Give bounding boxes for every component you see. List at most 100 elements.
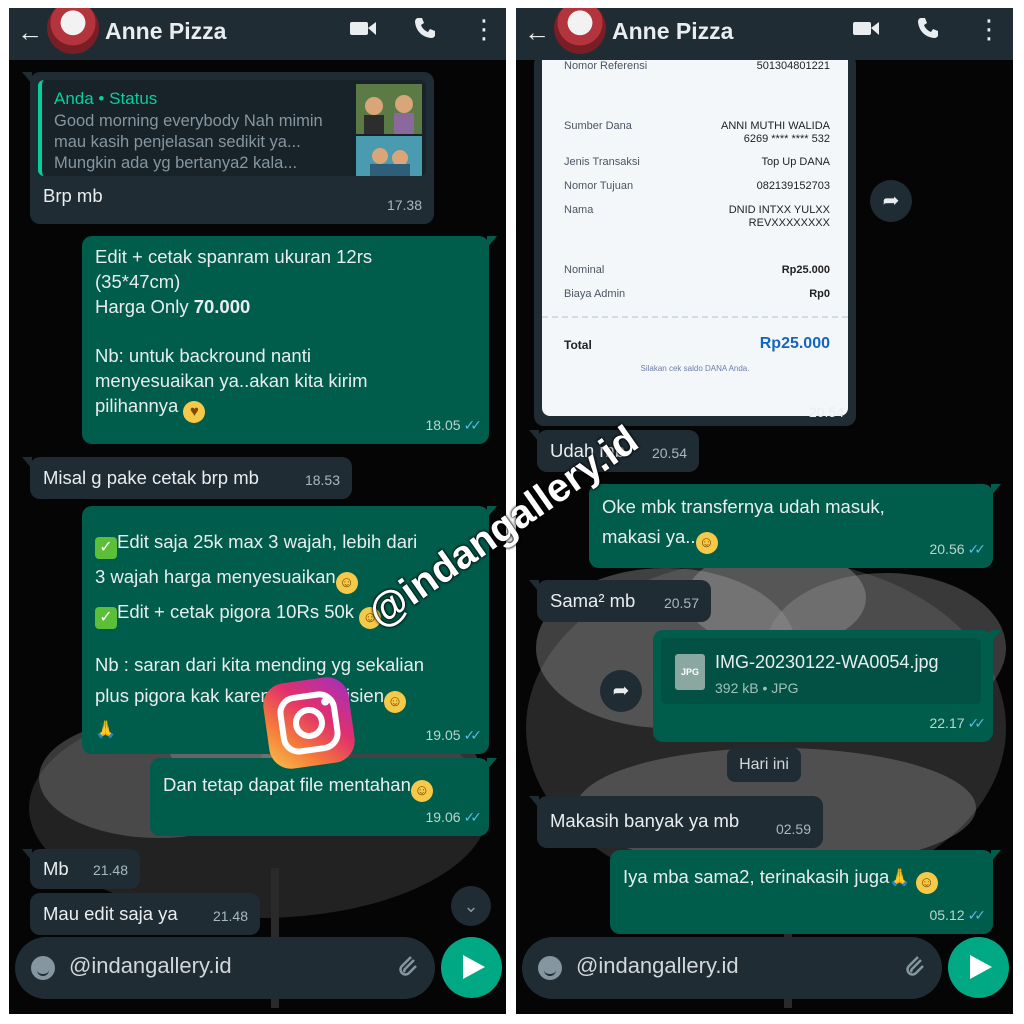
receipt-label: Sumber Dana [564,120,632,132]
message-text: Edit + cetak pigora 10Rs 50k [117,601,355,622]
phone-call-icon[interactable] [916,16,940,47]
avatar[interactable] [47,8,99,54]
price-text: 70.000 [193,296,251,317]
attach-icon[interactable] [902,951,926,986]
chat-screen-right: ← Anne Pizza ⋮ Nomor Referensi 5013048012… [516,8,1013,1014]
more-options-icon[interactable]: ⋮ [976,16,1002,42]
chat-screen-left: ← Anne Pizza ⋮ Anda • Status Good mornin… [9,8,506,1014]
contact-name[interactable]: Anne Pizza [612,18,733,45]
smiling-face-emoji: ☺ [383,691,406,713]
receipt-total-value: Rp25.000 [759,335,830,352]
smiling-face-emoji: ☺ [335,572,358,594]
date-divider: Hari ini [727,748,801,782]
jpg-file-icon: JPG [675,654,705,690]
folded-hands-emoji: 🙏 [95,720,117,739]
smiling-hearts-emoji: ♥ [183,401,206,423]
message-time: 18.05 [425,417,461,433]
message-time: 18.53 [304,472,340,488]
quoted-status[interactable]: Anda • Status Good morning everybody Nah… [38,80,426,176]
message-outgoing[interactable]: Iya mba sama2, terinakasih juga🙏 ☺ 05.12… [610,850,1001,934]
emoji-icon[interactable] [538,956,562,980]
message-text: Mb [43,858,69,879]
message-outgoing[interactable]: Dan tetap dapat file mentahan ☺ 19.06 ✓✓ [150,758,497,836]
message-text: pilihannya [95,395,179,416]
message-composer[interactable]: @indangallery.id [522,937,942,999]
message-incoming[interactable]: Mau edit saja ya 21.48 [30,893,260,935]
phone-call-icon[interactable] [413,16,437,47]
message-outgoing[interactable]: Edit + cetak spanram ukuran 12rs (35*47c… [82,236,497,444]
receipt-value: ANNI MUTHI WALIDA 6269 **** **** 532 [721,120,830,145]
back-arrow-icon[interactable]: ← [524,18,550,46]
read-receipt-icon: ✓✓ [967,715,987,731]
receipt-total-label: Total [564,338,592,352]
message-text: (35*47cm) [95,271,181,292]
avatar[interactable] [554,8,606,54]
message-text: Oke mbk transfernya udah masuk, [602,496,885,517]
forward-icon[interactable]: ➦ [870,180,912,222]
smiling-face-emoji: ☺ [915,872,938,894]
message-text: Brp mb [43,185,103,206]
message-input[interactable]: @indangallery.id [69,953,232,979]
message-text: Misal g pake cetak brp mb [43,467,259,488]
file-message[interactable]: JPG IMG-20230122-WA0054.jpg 392 kB • JPG… [653,630,1001,742]
message-text: Nb : saran dari kita mending yg sekalian [95,654,425,675]
message-text: Dan tetap dapat file mentahan [163,774,411,795]
message-incoming[interactable]: Sama² mb 20.57 [529,580,711,622]
receipt-label: Jenis Transaksi [564,156,640,168]
contact-name[interactable]: Anne Pizza [105,18,226,45]
forward-icon[interactable]: ➦ [600,670,642,712]
back-arrow-icon[interactable]: ← [17,18,43,46]
receipt-value: Rp0 [809,288,830,300]
read-receipt-icon: ✓✓ [967,907,987,923]
receipt-image-message[interactable]: Nomor Referensi 501304801221 Sumber Dana A… [534,54,856,426]
receipt-value: Rp25.000 [781,264,830,276]
receipt-value: 501304801221 [756,60,830,72]
message-outgoing[interactable]: Oke mbk transfernya udah masuk, makasi y… [589,484,1001,568]
quoted-title: Anda • Status [54,89,158,108]
emoji-icon[interactable] [31,956,55,980]
message-incoming[interactable]: Mb 21.48 [22,849,140,889]
send-button[interactable] [441,937,502,998]
receipt-value: DNID INTXX YULXX REVXXXXXXXX [728,204,830,229]
file-name: IMG-20230122-WA0054.jpg [715,652,939,672]
attach-icon[interactable] [395,951,419,986]
message-text: Edit saja 25k max 3 wajah, lebih dari [117,531,418,552]
message-incoming[interactable]: Anda • Status Good morning everybody Nah… [22,72,434,224]
send-button[interactable] [948,937,1009,998]
message-text: Edit + cetak spanram ukuran 12rs [95,246,373,267]
message-text: menyesuaikan ya..akan kita kirim [95,370,368,391]
video-call-icon[interactable] [349,16,377,47]
message-incoming[interactable]: Misal g pake cetak brp mb 18.53 [22,457,352,499]
message-text: Makasih banyak ya mb [550,810,740,831]
check-mark-emoji: ✓ [95,607,117,629]
read-receipt-icon: ✓✓ [967,541,987,557]
smiling-face-emoji: ☺ [695,532,718,554]
document-attachment[interactable]: JPG IMG-20230122-WA0054.jpg 392 kB • JPG [661,638,981,704]
message-time: 05.12 [929,907,965,923]
quoted-text: Good morning everybody Nah mimin mau kas… [54,112,323,172]
message-time: 02.59 [775,821,811,837]
scroll-down-icon[interactable]: ⌄ [451,886,491,926]
receipt-value: 082139152703 [756,180,830,192]
status-thumbnail [356,84,422,176]
receipt-label: Biaya Admin [564,288,626,300]
receipt-value: Top Up DANA [761,156,830,168]
message-text: Iya mba sama2, terinakasih juga [623,866,890,887]
receipt-label: Nomor Tujuan [564,180,634,192]
message-composer[interactable]: @indangallery.id [15,937,435,999]
more-options-icon[interactable]: ⋮ [471,16,497,42]
message-text: Sama² mb [550,590,636,611]
video-call-icon[interactable] [852,16,880,47]
message-time: 21.48 [212,908,248,924]
message-text: Harga Only [95,296,194,317]
read-receipt-icon: ✓✓ [463,809,483,825]
message-input[interactable]: @indangallery.id [576,953,739,979]
message-time: 20.54 [808,404,844,420]
message-time: 20.56 [929,541,965,557]
message-text: Nb: untuk backround nanti [95,345,311,366]
check-mark-emoji: ✓ [95,537,117,559]
message-text: makasi ya.. [602,526,696,547]
message-time: 20.54 [651,445,687,461]
read-receipt-icon: ✓✓ [463,417,483,433]
message-incoming[interactable]: Makasih banyak ya mb 02.59 [529,796,823,848]
